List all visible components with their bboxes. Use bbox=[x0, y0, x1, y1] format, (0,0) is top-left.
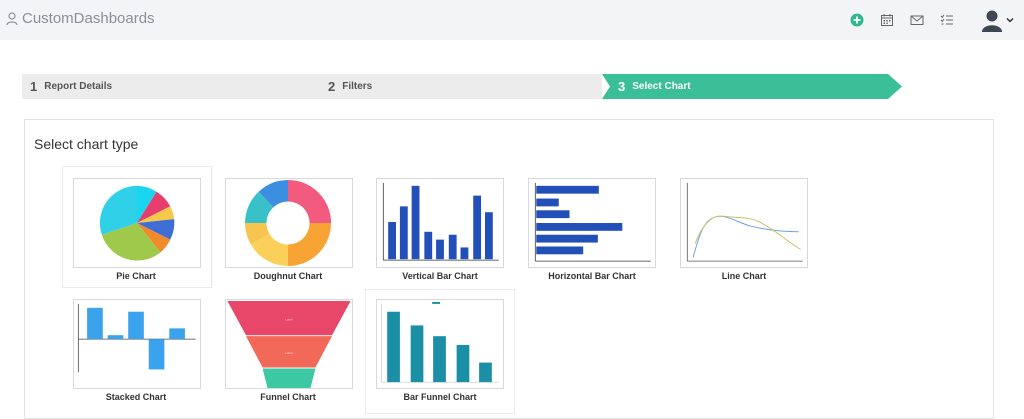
mail-button[interactable] bbox=[902, 9, 932, 31]
user-outline-icon bbox=[6, 11, 18, 25]
vertical-bar-chart-thumbnail bbox=[382, 182, 499, 261]
svg-text:Label: Label bbox=[285, 318, 293, 322]
top-bar: CustomDashboards bbox=[0, 0, 1024, 40]
add-circle-icon bbox=[850, 13, 864, 27]
chevron-down-icon bbox=[1006, 17, 1014, 23]
wizard-step-filters[interactable]: 2 Filters bbox=[320, 74, 602, 99]
chart-option-label: Funnel Chart bbox=[260, 392, 316, 402]
wizard-step-select-chart[interactable]: 3 Select Chart bbox=[602, 74, 902, 99]
chart-option-funnel[interactable]: Label Label bbox=[225, 299, 353, 389]
step-label: Report Details bbox=[44, 81, 113, 92]
step-label: Filters bbox=[342, 81, 373, 92]
wizard-step-report-details[interactable]: 1 Report Details bbox=[22, 74, 322, 99]
brand[interactable]: CustomDashboards bbox=[6, 10, 155, 27]
checklist-icon bbox=[940, 14, 953, 25]
chart-option-pie[interactable] bbox=[73, 178, 201, 268]
chart-option-bar-funnel[interactable] bbox=[376, 299, 504, 389]
chart-option-label: Doughnut Chart bbox=[253, 271, 323, 281]
chart-option-label: Line Chart bbox=[721, 271, 767, 281]
tasks-button[interactable] bbox=[932, 9, 962, 31]
add-button[interactable] bbox=[842, 9, 872, 31]
user-avatar-icon bbox=[982, 10, 1002, 32]
chart-option-stacked[interactable] bbox=[73, 299, 201, 389]
bar-funnel-chart-thumbnail bbox=[381, 301, 499, 383]
mail-icon bbox=[910, 15, 924, 25]
chart-option-vertical-bar[interactable] bbox=[376, 178, 504, 268]
chart-option-doughnut[interactable] bbox=[225, 178, 353, 268]
line-chart-thumbnail bbox=[686, 182, 803, 262]
step-number: 1 bbox=[30, 79, 38, 94]
step-number: 2 bbox=[328, 79, 336, 94]
chart-option-label: Horizontal Bar Chart bbox=[548, 271, 636, 281]
chart-option-label: Vertical Bar Chart bbox=[402, 271, 478, 281]
chart-option-line[interactable] bbox=[680, 178, 808, 268]
panel-title: Select chart type bbox=[34, 136, 139, 152]
step-number: 3 bbox=[618, 79, 626, 94]
horizontal-bar-chart-thumbnail bbox=[534, 182, 651, 262]
app-title: CustomDashboards bbox=[22, 10, 155, 27]
doughnut-chart-thumbnail bbox=[245, 179, 332, 267]
chart-option-label: Pie Chart bbox=[116, 271, 156, 281]
pie-chart-thumbnail bbox=[99, 185, 175, 261]
user-menu[interactable] bbox=[980, 8, 1014, 32]
wizard-steps: 1 Report Details 2 Filters 3 Select Char… bbox=[22, 74, 902, 99]
chart-option-label: Stacked Chart bbox=[105, 392, 167, 402]
chart-option-label: Bar Funnel Chart bbox=[403, 392, 477, 402]
step-label: Select Chart bbox=[632, 81, 691, 92]
chart-option-horizontal-bar[interactable] bbox=[528, 178, 656, 268]
calendar-button[interactable] bbox=[872, 9, 902, 31]
calendar-icon bbox=[881, 14, 893, 26]
svg-text:Label: Label bbox=[285, 351, 293, 355]
stacked-chart-thumbnail bbox=[77, 303, 196, 373]
funnel-chart-thumbnail: Label Label bbox=[227, 300, 351, 388]
